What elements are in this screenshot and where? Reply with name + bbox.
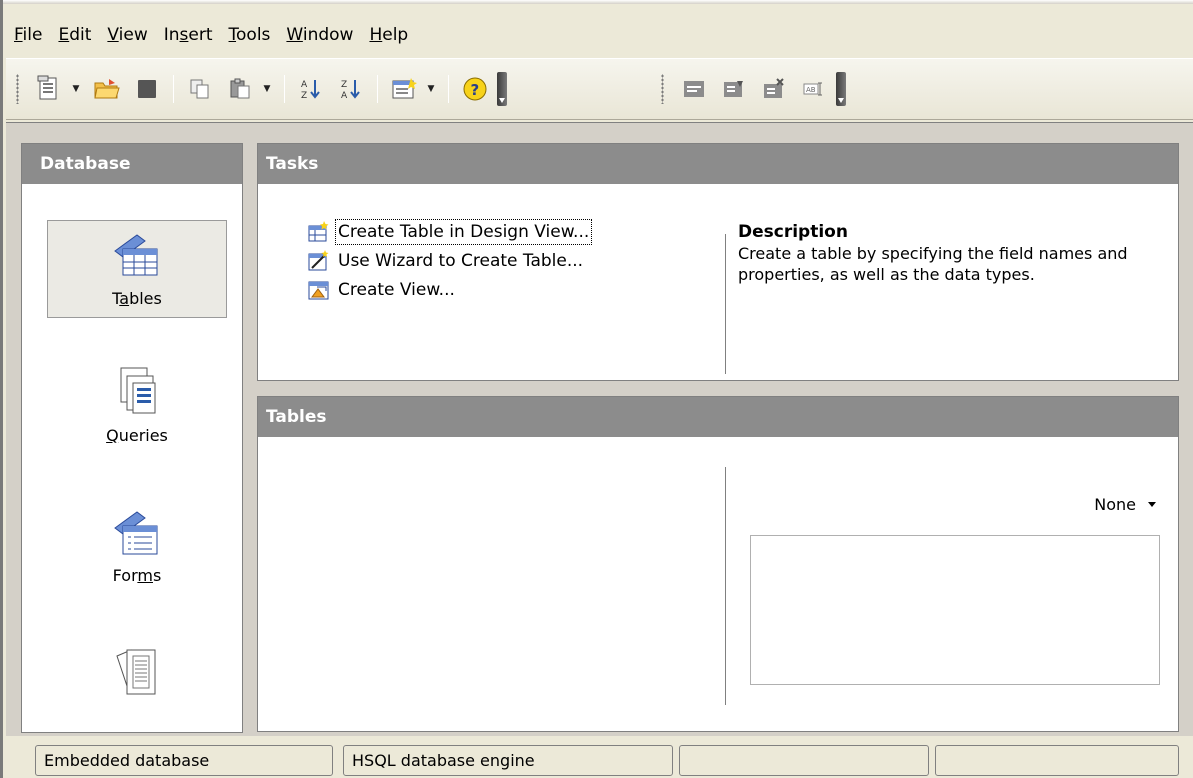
sidebar-item-tables[interactable]: Tables [47, 220, 227, 318]
status-field-4 [935, 745, 1179, 776]
preview-area [750, 535, 1160, 685]
menu-window[interactable]: Window [278, 20, 361, 50]
svg-text:Z: Z [301, 91, 307, 101]
toolbar-row: ▼ ▼ AZ ZA ▼ ? AB [6, 58, 1193, 120]
help-icon[interactable]: ? [459, 73, 491, 105]
preview-mode-value: None [1094, 495, 1136, 514]
toolbar-separator [377, 75, 378, 103]
task-create-table-design[interactable]: Create Table in Design View... [308, 219, 593, 245]
sidebar-item-label: Forms [112, 566, 162, 585]
tables-panel-header: Tables [258, 397, 1178, 437]
rename-table-icon[interactable]: AB [798, 73, 830, 105]
sidebar-item-label: Queries [106, 426, 168, 445]
toolbar-separator [284, 75, 285, 103]
database-panel: Database Tables Queries Forms [21, 143, 243, 733]
tasks-divider [725, 234, 726, 374]
chevron-down-icon [1148, 502, 1156, 507]
description-title: Description [738, 222, 848, 242]
copy-icon[interactable] [184, 73, 216, 105]
form-design-dropdown-arrow[interactable]: ▼ [424, 73, 438, 105]
sidebar-item-reports[interactable] [47, 638, 227, 736]
application-window: File Edit View Insert Tools Window Help … [0, 0, 1193, 778]
paste-dropdown-arrow[interactable]: ▼ [260, 73, 274, 105]
task-label: Create View... [338, 280, 455, 300]
task-use-wizard[interactable]: Use Wizard to Create Table... [308, 248, 589, 274]
menu-file[interactable]: File [6, 20, 50, 50]
svg-text:Z: Z [341, 80, 347, 90]
sort-descending-icon[interactable]: ZA [335, 73, 367, 105]
forms-icon [114, 511, 158, 555]
task-label: Use Wizard to Create Table... [338, 251, 584, 271]
sort-ascending-icon[interactable]: AZ [295, 73, 327, 105]
new-document-icon[interactable] [33, 73, 65, 105]
toolbar-overflow-icon[interactable] [836, 72, 846, 106]
table-design-icon [308, 221, 329, 242]
delete-table-icon[interactable] [758, 73, 790, 105]
standard-toolbar: ▼ ▼ AZ ZA ▼ ? [16, 69, 507, 109]
task-description: Description Create a table by specifying… [738, 222, 1168, 285]
sidebar-item-label: Tables [112, 289, 162, 308]
tables-panel: Tables None [257, 396, 1179, 732]
toolbar-separator [448, 75, 449, 103]
sidebar-item-forms[interactable]: Forms [47, 498, 227, 596]
menu-view[interactable]: View [99, 20, 155, 50]
database-panel-header: Database [22, 144, 242, 184]
task-create-view[interactable]: Create View... [308, 277, 589, 303]
edit-table-icon[interactable] [718, 73, 750, 105]
form-design-icon[interactable] [388, 73, 420, 105]
svg-text:?: ? [471, 81, 480, 99]
toolbar-grip[interactable] [661, 74, 664, 104]
task-list: Create Table in Design View... Use Wizar… [308, 219, 593, 306]
save-icon[interactable] [131, 73, 163, 105]
open-table-icon[interactable] [678, 73, 710, 105]
paste-icon[interactable] [224, 73, 256, 105]
tasks-panel: Tasks Create Table in Design View... Use… [257, 143, 1179, 381]
toolbar-grip[interactable] [16, 74, 19, 104]
task-label: Create Table in Design View... [334, 219, 593, 245]
menu-insert[interactable]: Insert [156, 20, 221, 50]
toolbar-overflow-icon[interactable] [497, 72, 507, 106]
new-dropdown-arrow[interactable]: ▼ [69, 73, 83, 105]
tables-icon [114, 234, 158, 276]
status-bar: Embedded database HSQL database engine [6, 742, 1193, 778]
main-area: Database Tables Queries Forms Tasks Crea… [6, 122, 1193, 736]
status-database-type: Embedded database [35, 745, 333, 776]
svg-text:A: A [341, 91, 348, 101]
table-toolbar: AB [661, 69, 846, 109]
queries-icon [120, 367, 156, 414]
menu-bar: File Edit View Insert Tools Window Help [6, 20, 1193, 50]
open-folder-icon[interactable] [91, 73, 123, 105]
wizard-icon [308, 250, 329, 271]
sidebar-item-queries[interactable]: Queries [47, 358, 227, 456]
reports-icon [116, 649, 156, 695]
svg-text:AB: AB [806, 86, 816, 94]
view-icon [308, 281, 329, 300]
menu-tools[interactable]: Tools [221, 20, 279, 50]
description-text: Create a table by specifying the field n… [738, 244, 1128, 284]
menu-help[interactable]: Help [361, 20, 416, 50]
svg-text:A: A [301, 80, 308, 90]
preview-mode-dropdown[interactable]: None [1094, 495, 1156, 514]
tables-divider [725, 467, 726, 705]
menu-edit[interactable]: Edit [50, 20, 99, 50]
toolbar-separator [173, 75, 174, 103]
tasks-panel-header: Tasks [258, 144, 1178, 184]
window-top-edge [3, 0, 1193, 4]
status-database-engine: HSQL database engine [343, 745, 673, 776]
status-field-3 [679, 745, 929, 776]
